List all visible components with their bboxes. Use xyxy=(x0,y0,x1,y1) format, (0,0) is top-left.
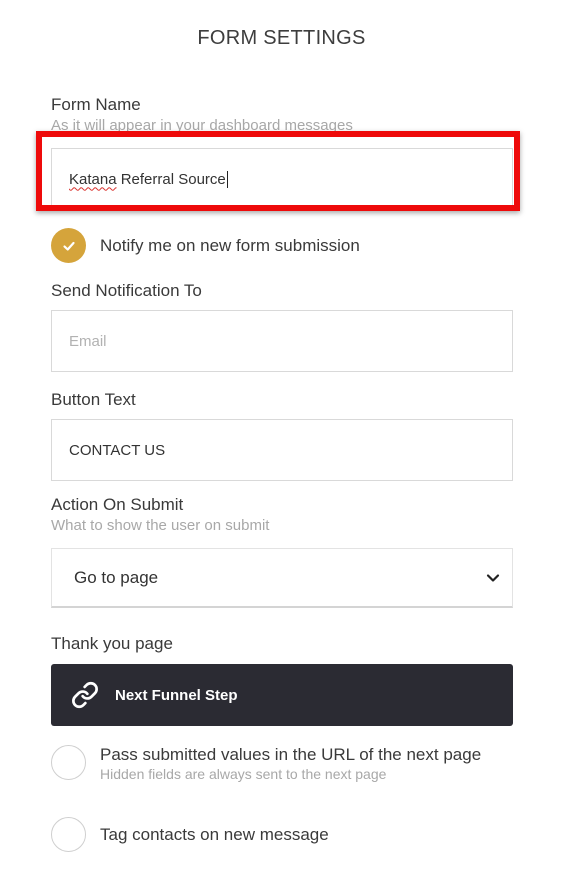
form-name-value-word1: Katana xyxy=(69,170,117,188)
email-input[interactable]: Email xyxy=(51,310,513,372)
link-icon xyxy=(72,681,98,709)
button-text-input[interactable]: CONTACT US xyxy=(51,419,513,481)
chevron-down-icon xyxy=(486,573,500,582)
pass-values-hint: Hidden fields are always sent to the nex… xyxy=(100,766,387,782)
notify-checkbox[interactable] xyxy=(51,228,86,263)
button-text-label: Button Text xyxy=(51,390,136,409)
form-name-hint: As it will appear in your dashboard mess… xyxy=(51,117,353,134)
notify-checkbox-row[interactable]: Notify me on new form submission xyxy=(51,228,360,263)
pass-values-checkbox[interactable] xyxy=(51,745,86,780)
form-name-input[interactable]: Katana Referral Source xyxy=(51,148,513,210)
checkmark-icon xyxy=(62,241,75,251)
action-select[interactable]: Go to page xyxy=(51,548,513,608)
button-text-value: CONTACT US xyxy=(69,441,166,459)
tag-contacts-label: Tag contacts on new message xyxy=(100,824,329,844)
page-title: FORM SETTINGS xyxy=(197,27,366,49)
notify-label: Notify me on new form submission xyxy=(100,235,360,255)
form-name-label: Form Name xyxy=(51,95,141,114)
tag-contacts-checkbox[interactable] xyxy=(51,817,86,852)
action-select-value: Go to page xyxy=(74,567,159,587)
next-funnel-step-button[interactable]: Next Funnel Step xyxy=(51,664,513,726)
thank-you-label: Thank you page xyxy=(51,634,173,653)
send-notification-label: Send Notification To xyxy=(51,281,202,300)
pass-values-label: Pass submitted values in the URL of the … xyxy=(100,745,482,764)
text-caret xyxy=(226,170,228,188)
action-on-submit-hint: What to show the user on submit xyxy=(51,517,270,534)
next-funnel-step-label: Next Funnel Step xyxy=(115,686,238,704)
action-on-submit-label: Action On Submit xyxy=(51,495,184,514)
tag-contacts-row[interactable]: Tag contacts on new message xyxy=(51,817,329,852)
email-placeholder: Email xyxy=(69,332,107,350)
pass-values-row[interactable]: Pass submitted values in the URL of the … xyxy=(51,745,481,782)
form-name-value-rest: Referral Source xyxy=(116,170,226,188)
